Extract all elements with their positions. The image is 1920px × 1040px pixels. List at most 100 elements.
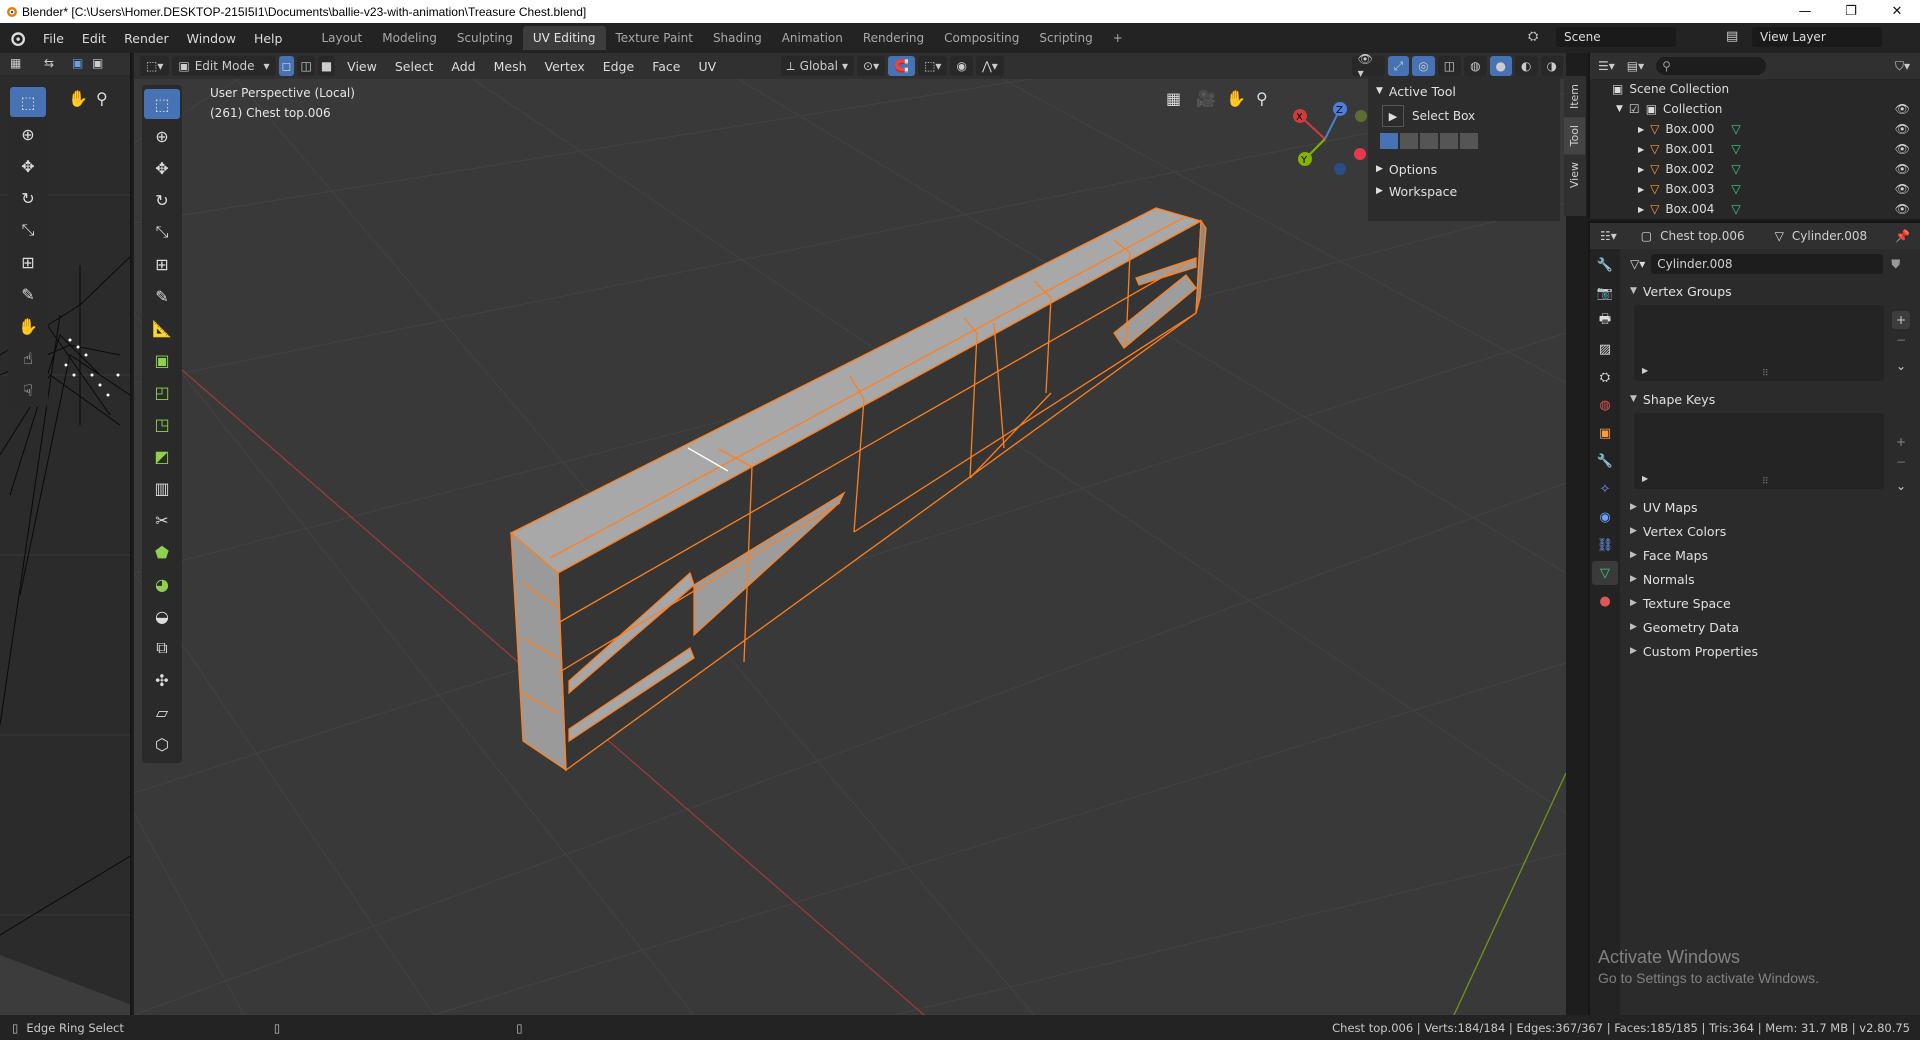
- expand-icon[interactable]: ▼: [1616, 104, 1623, 114]
- add-vertex-group-button[interactable]: +: [1892, 311, 1910, 329]
- select-invert-icon[interactable]: [1440, 133, 1458, 149]
- spin-icon[interactable]: ◕: [144, 569, 180, 599]
- fake-user-icon[interactable]: ⛊: [1891, 257, 1900, 272]
- snap-icon[interactable]: 🧲: [888, 56, 916, 76]
- menu-edit[interactable]: Edit: [73, 31, 115, 46]
- wireframe-shading-icon[interactable]: ◍: [1464, 56, 1487, 76]
- tab-modeling[interactable]: Modeling: [372, 26, 447, 50]
- transform-icon[interactable]: ⊞: [10, 247, 46, 277]
- expand-icon[interactable]: ▶: [1638, 165, 1644, 174]
- restore-button[interactable]: ❐: [1828, 0, 1874, 23]
- mesh-datablock-field[interactable]: Cylinder.008: [1651, 254, 1884, 274]
- menu-help[interactable]: Help: [245, 31, 292, 46]
- inset-icon[interactable]: ◳: [144, 409, 180, 439]
- bevel-icon[interactable]: ◩: [144, 441, 180, 471]
- eye-icon[interactable]: 👁: [1895, 182, 1910, 196]
- tab-scripting[interactable]: Scripting: [1029, 26, 1102, 50]
- menu-render[interactable]: Render: [115, 31, 178, 46]
- orientation-selector[interactable]: ⟂ Global ▾: [780, 56, 855, 76]
- material-icon[interactable]: ●: [1592, 589, 1618, 613]
- menu-vertex[interactable]: Vertex: [536, 59, 594, 74]
- options-header[interactable]: ▶ Options: [1368, 158, 1560, 180]
- grab-icon[interactable]: ✋: [10, 311, 46, 341]
- menu-view[interactable]: View: [338, 59, 386, 74]
- mesh-data-icon[interactable]: ▽▾: [1630, 257, 1645, 271]
- outliner-scene-collection[interactable]: ▣ Scene Collection: [1590, 79, 1920, 99]
- tab-uv-editing[interactable]: UV Editing: [522, 26, 606, 50]
- editor-type-icon[interactable]: ☰▾: [1598, 59, 1615, 73]
- uv-hand-icon[interactable]: ✋: [68, 89, 88, 108]
- gizmo-icon[interactable]: ⤢: [1387, 56, 1410, 76]
- uv-select-mode-icon[interactable]: ▣: [92, 56, 103, 70]
- add-shape-key-button[interactable]: +: [1892, 433, 1910, 451]
- panel-face-maps[interactable]: ▶ Face Maps: [1622, 543, 1920, 567]
- menu-add[interactable]: Add: [442, 59, 484, 74]
- scene-selector[interactable]: Scene: [1556, 27, 1676, 47]
- menu-mesh[interactable]: Mesh: [485, 59, 536, 74]
- proportional-edit-icon[interactable]: ◉: [950, 56, 973, 76]
- panel-texture-space[interactable]: ▶ Texture Space: [1622, 591, 1920, 615]
- pin-icon[interactable]: 📌: [1895, 229, 1910, 243]
- eye-icon[interactable]: 👁: [1895, 102, 1910, 116]
- vertex-select-icon[interactable]: ◻: [278, 56, 295, 76]
- eye-icon[interactable]: 👁: [1895, 162, 1910, 176]
- render-icon[interactable]: 📷: [1592, 281, 1618, 305]
- tab-tool[interactable]: Tool: [1564, 117, 1585, 155]
- eye-icon[interactable]: 👁: [1895, 122, 1910, 136]
- view-layer-selector[interactable]: View Layer: [1752, 27, 1882, 47]
- edge-slide-icon[interactable]: ⧉: [144, 633, 180, 663]
- pivot-icon[interactable]: ⊙▾: [857, 56, 886, 76]
- menu-window[interactable]: Window: [178, 31, 245, 46]
- shape-keys-list[interactable]: ▶ ⠿: [1634, 413, 1884, 489]
- filter-icon[interactable]: ⛉▾: [1895, 59, 1910, 74]
- expand-icon[interactable]: ▶: [1638, 205, 1644, 214]
- snap-target-icon[interactable]: ⬚▾: [918, 56, 948, 76]
- outliner-object[interactable]: ▶ ▽ Box.000 ▽ 👁: [1590, 119, 1920, 139]
- edge-select-icon[interactable]: ◫: [297, 56, 315, 76]
- outliner-object[interactable]: ▶ ▽ Box.003 ▽ 👁: [1590, 179, 1920, 199]
- checkbox-icon[interactable]: ☑: [1629, 102, 1640, 116]
- scale-icon[interactable]: ⤡: [144, 217, 180, 247]
- xray-icon[interactable]: ◫: [1437, 56, 1462, 76]
- move-icon[interactable]: ✥: [144, 153, 180, 183]
- editor-type-icon[interactable]: ☷▾: [1600, 229, 1617, 243]
- shear-icon[interactable]: ▱: [144, 697, 180, 727]
- zoom-icon[interactable]: ⚲: [1256, 89, 1268, 108]
- active-tool-header[interactable]: ▼ Active Tool: [1368, 80, 1560, 102]
- menu-file[interactable]: File: [34, 31, 73, 46]
- editor-type-icon[interactable]: ▦: [10, 56, 21, 70]
- select-subtract-icon[interactable]: [1420, 133, 1438, 149]
- select-extend-icon[interactable]: [1400, 133, 1418, 149]
- remove-shape-key-button[interactable]: −: [1892, 453, 1910, 471]
- outliner-search-input[interactable]: ⚲: [1656, 57, 1767, 75]
- uv-editor-area[interactable]: ▦ ⇆ ▣ ▣ ⬚ ⊕ ✥ ↻ ⤡ ⊞ ✎ ✋ ☝ ☟ ✋ ⚲: [0, 53, 132, 1015]
- object-icon[interactable]: ▣: [1592, 421, 1618, 445]
- outliner-object[interactable]: ▶ ▽ Box.004 ▽ 👁: [1590, 199, 1920, 219]
- menu-edge[interactable]: Edge: [594, 59, 643, 74]
- cursor-icon[interactable]: ⊕: [144, 121, 180, 151]
- tab-shading[interactable]: Shading: [703, 26, 772, 50]
- select-intersect-icon[interactable]: [1460, 133, 1478, 149]
- mode-selector[interactable]: ▣ Edit Mode ▾: [172, 56, 276, 76]
- expand-icon[interactable]: ▶: [1638, 125, 1644, 134]
- panel-shape-keys[interactable]: ▼ Shape Keys: [1622, 387, 1920, 411]
- workspace-header[interactable]: ▶ Workspace: [1368, 180, 1560, 202]
- tab-rendering[interactable]: Rendering: [853, 26, 934, 50]
- select-new-icon[interactable]: [1380, 133, 1398, 149]
- expand-icon[interactable]: ▶: [1642, 474, 1648, 483]
- uv-zoom-icon[interactable]: ⚲: [96, 89, 108, 108]
- expand-icon[interactable]: ▶: [1638, 145, 1644, 154]
- close-button[interactable]: ✕: [1874, 0, 1920, 23]
- measure-icon[interactable]: 📐: [144, 313, 180, 343]
- tab-compositing[interactable]: Compositing: [934, 26, 1029, 50]
- smooth-icon[interactable]: ◒: [144, 601, 180, 631]
- blender-menu-icon[interactable]: [0, 30, 34, 46]
- outliner-object[interactable]: ▶ ▽ Box.002 ▽ 👁: [1590, 159, 1920, 179]
- resize-handle-icon[interactable]: ⠿: [1762, 477, 1769, 487]
- poly-build-icon[interactable]: ⬟: [144, 537, 180, 567]
- tab-texture-paint[interactable]: Texture Paint: [606, 26, 703, 50]
- uv-sync-icon[interactable]: ⇆: [44, 56, 54, 70]
- relax-icon[interactable]: ☝: [10, 343, 46, 373]
- tool-settings-icon[interactable]: 🔧: [1592, 253, 1618, 277]
- uv-select-mode-icon[interactable]: ▣: [72, 56, 83, 70]
